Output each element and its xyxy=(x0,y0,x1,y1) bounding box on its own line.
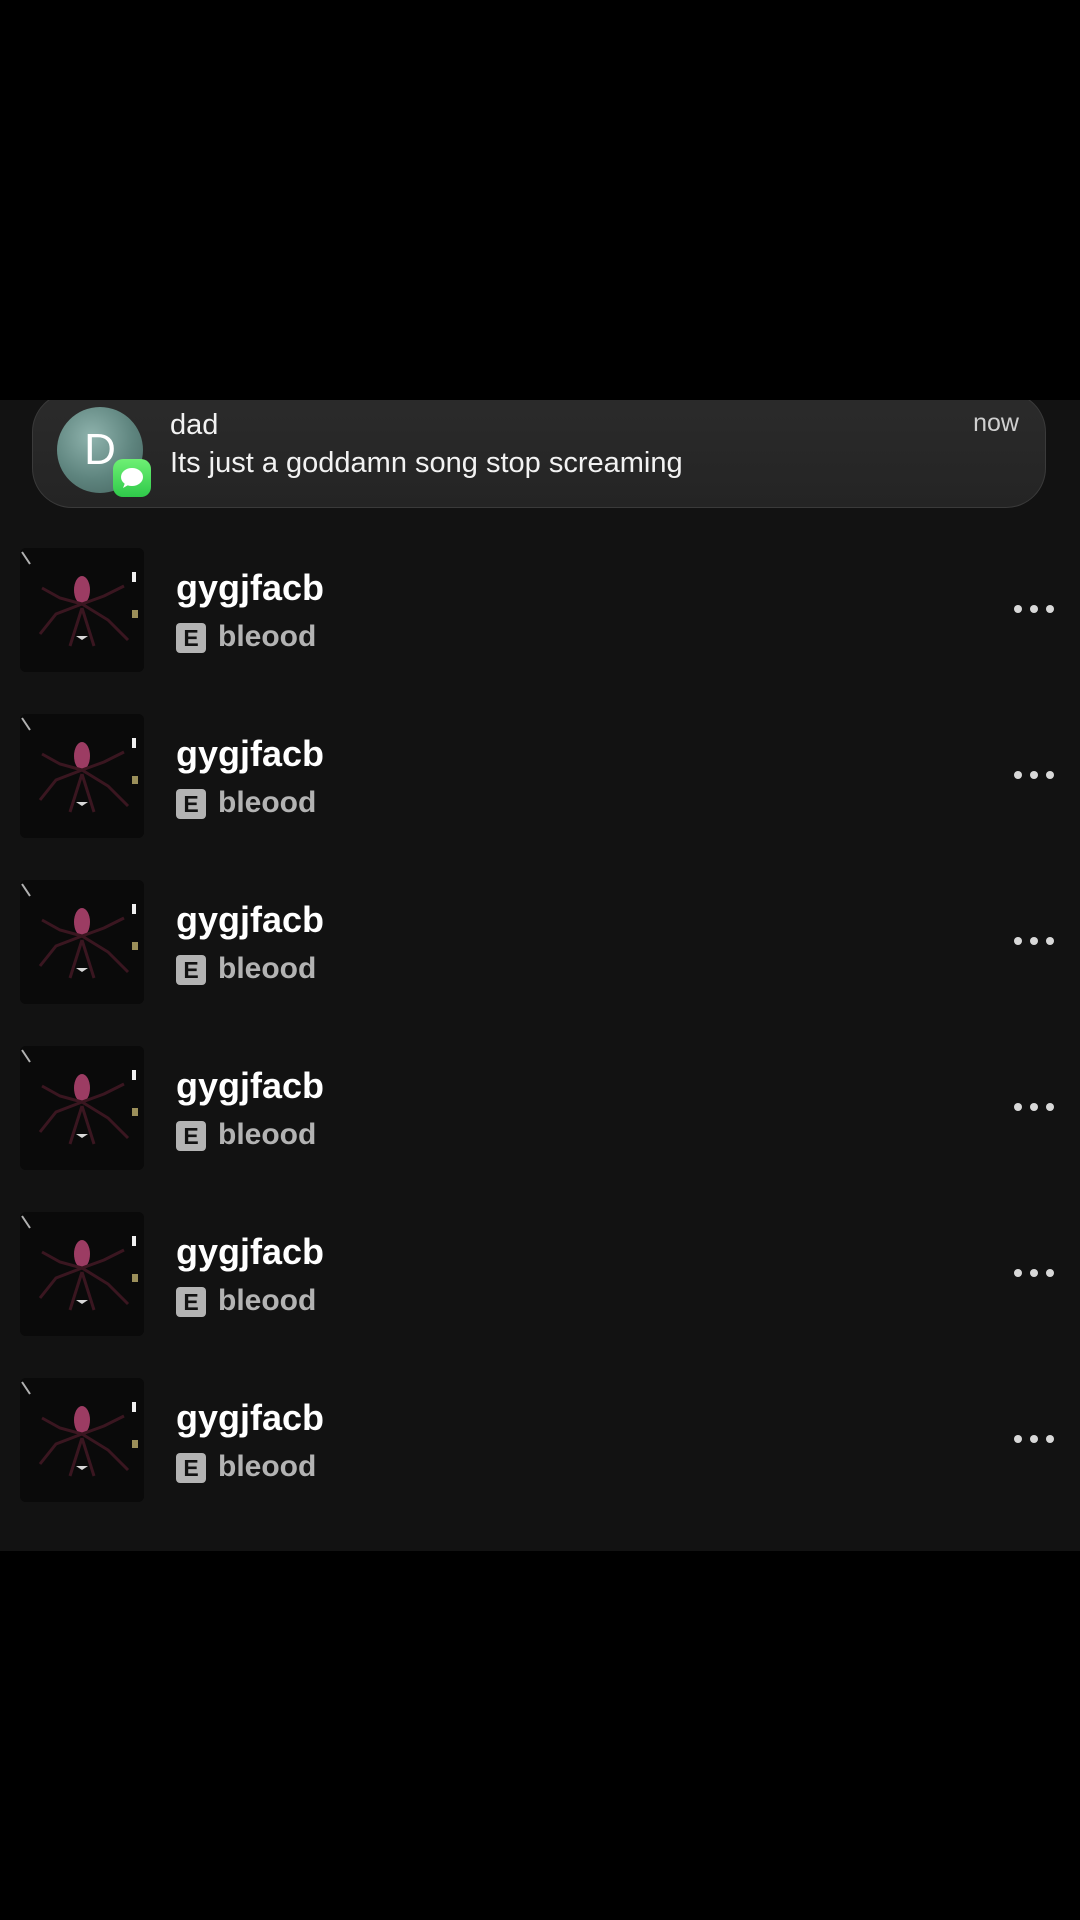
more-options-icon[interactable] xyxy=(1006,1256,1062,1290)
explicit-badge: E xyxy=(176,623,206,653)
explicit-badge: E xyxy=(176,1453,206,1483)
album-art xyxy=(20,1046,144,1170)
track-artist: bleood xyxy=(218,1284,317,1317)
track-artist: bleood xyxy=(218,1118,317,1151)
more-options-icon[interactable] xyxy=(1006,1090,1062,1124)
explicit-badge: E xyxy=(176,1287,206,1317)
album-art xyxy=(20,1212,144,1336)
explicit-badge: E xyxy=(176,1121,206,1151)
album-art xyxy=(20,714,144,838)
album-art xyxy=(20,880,144,1004)
track-row[interactable]: gygjfacb E bleood xyxy=(0,714,1080,880)
track-artist: bleood xyxy=(218,952,317,985)
explicit-badge: E xyxy=(176,955,206,985)
track-list: gygjfacb E bleood gygjfacb E bleood gygj… xyxy=(0,548,1080,1544)
avatar-initial: D xyxy=(84,425,116,474)
messages-icon xyxy=(113,459,151,497)
album-art xyxy=(20,1378,144,1502)
more-options-icon[interactable] xyxy=(1006,758,1062,792)
explicit-badge: E xyxy=(176,789,206,819)
track-title: gygjfacb xyxy=(176,1397,325,1438)
more-options-icon[interactable] xyxy=(1006,1422,1062,1456)
track-row[interactable]: gygjfacb E bleood xyxy=(0,548,1080,714)
track-title: gygjfacb xyxy=(176,1065,325,1106)
notification-message: Its just a goddamn song stop screaming xyxy=(170,447,683,479)
app-screen: D dad Its just a goddamn song stop screa… xyxy=(0,400,1080,1551)
more-options-icon[interactable] xyxy=(1006,592,1062,626)
track-row[interactable]: gygjfacb E bleood xyxy=(0,1212,1080,1378)
track-artist: bleood xyxy=(218,786,317,819)
notification-time: now xyxy=(973,409,1019,437)
track-row[interactable]: gygjfacb E bleood xyxy=(0,880,1080,1046)
message-notification[interactable]: D dad Its just a goddamn song stop screa… xyxy=(32,400,1046,508)
track-title: gygjfacb xyxy=(176,733,325,774)
notification-sender: dad xyxy=(170,409,219,441)
more-options-icon[interactable] xyxy=(1006,924,1062,958)
track-title: gygjfacb xyxy=(176,899,325,940)
track-artist: bleood xyxy=(218,1450,317,1483)
track-artist: bleood xyxy=(218,620,317,653)
track-title: gygjfacb xyxy=(176,567,325,608)
track-title: gygjfacb xyxy=(176,1231,325,1272)
album-art xyxy=(20,548,144,672)
track-row[interactable]: gygjfacb E bleood xyxy=(0,1046,1080,1212)
track-row[interactable]: gygjfacb E bleood xyxy=(0,1378,1080,1544)
